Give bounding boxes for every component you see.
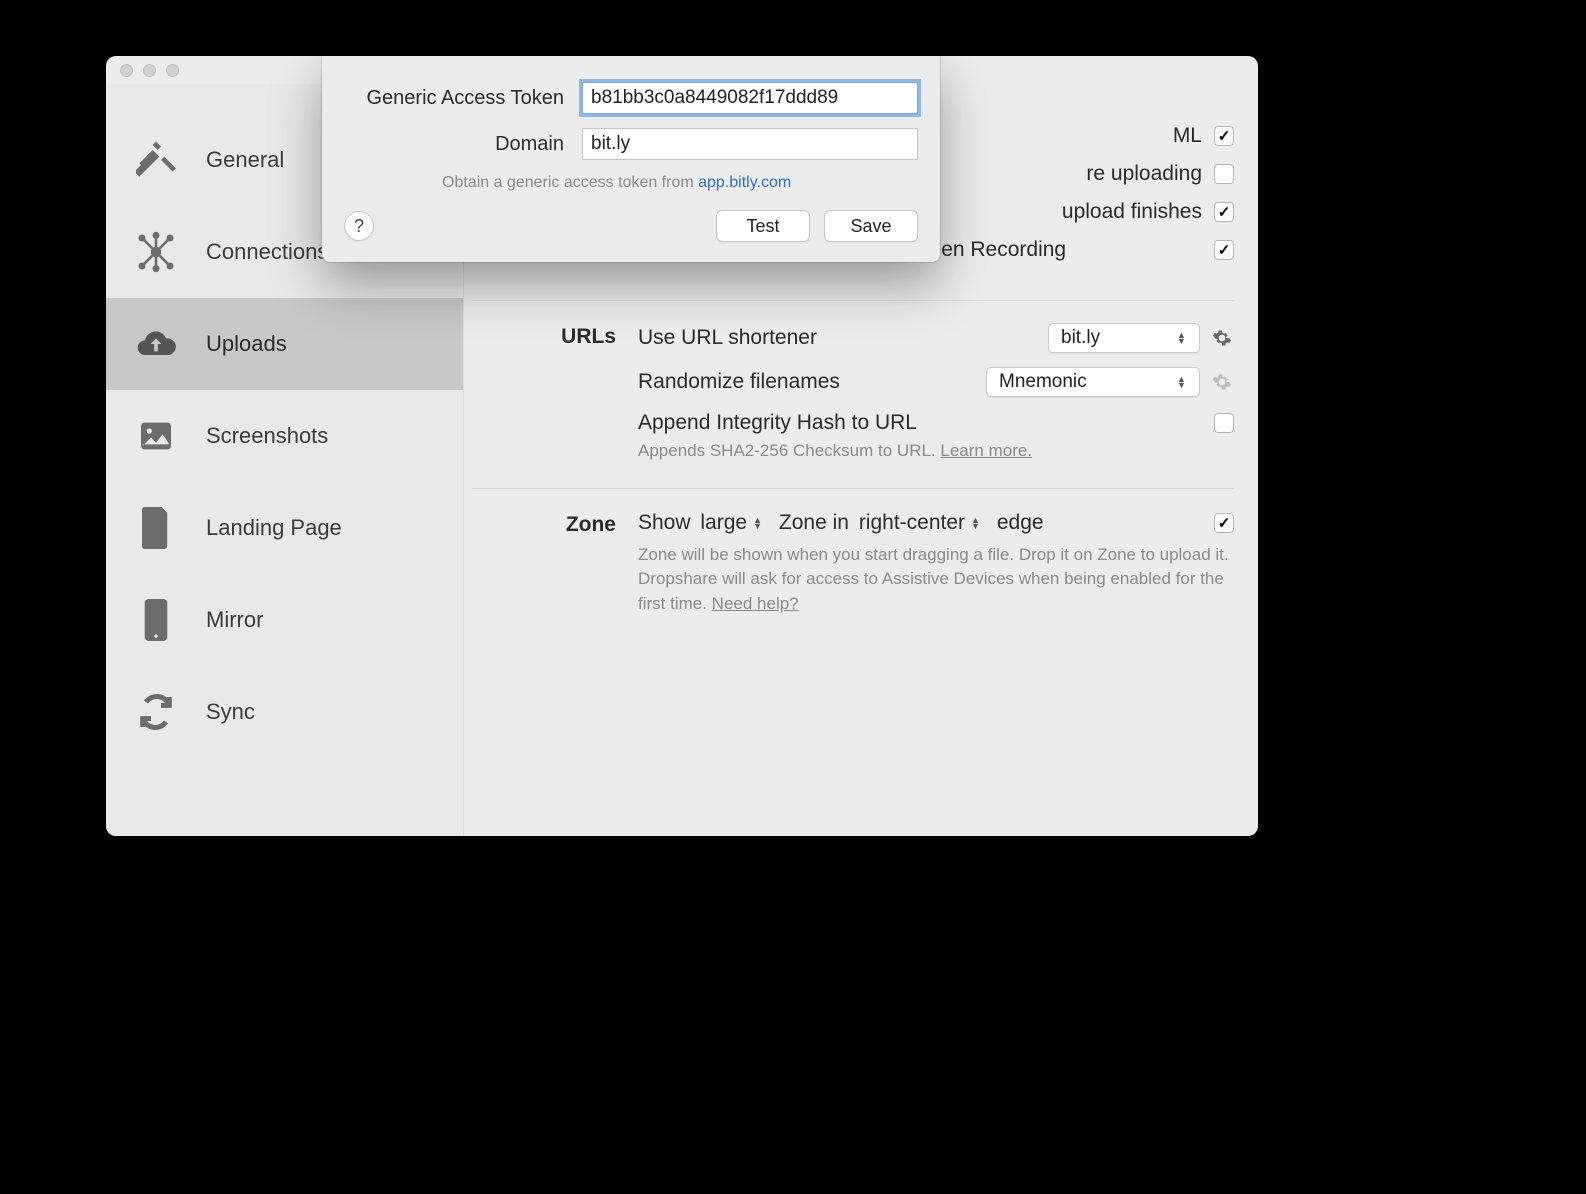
token-label: Generic Access Token <box>344 87 582 110</box>
sidebar-item-landing-page[interactable]: Landing Page <box>106 482 463 574</box>
network-icon <box>132 228 180 276</box>
dnd-checkbox[interactable] <box>1214 240 1234 260</box>
test-button[interactable]: Test <box>716 210 810 242</box>
select-value: right-center <box>859 511 965 535</box>
shortener-settings-button[interactable] <box>1210 326 1234 350</box>
sidebar-item-screenshots[interactable]: Screenshots <box>106 390 463 482</box>
integrity-label: Append Integrity Hash to URL <box>638 411 1202 435</box>
url-shortener-select[interactable]: bit.ly ▲▼ <box>1048 323 1200 353</box>
bitly-auth-sheet: Generic Access Token Domain Obtain a gen… <box>322 56 940 262</box>
zone-text: Zone in <box>779 511 849 535</box>
sync-icon <box>132 688 180 736</box>
checkbox[interactable] <box>1214 126 1234 146</box>
checkbox[interactable] <box>1214 202 1234 222</box>
chevron-up-down-icon: ▲▼ <box>753 517 769 529</box>
section-heading: URLs <box>472 323 638 464</box>
zone-position-select[interactable]: right-center ▲▼ <box>855 511 991 535</box>
sidebar-item-uploads[interactable]: Uploads <box>106 298 463 390</box>
chevron-up-down-icon: ▲▼ <box>1177 332 1193 344</box>
integrity-hint: Appends SHA2-256 Checksum to URL. Learn … <box>638 439 1234 464</box>
sidebar-item-label: General <box>206 147 284 173</box>
chevron-up-down-icon: ▲▼ <box>1177 376 1193 388</box>
bitly-link[interactable]: app.bitly.com <box>698 174 791 191</box>
sidebar-item-mirror[interactable]: Mirror <box>106 574 463 666</box>
need-help-link[interactable]: Need help? <box>712 594 799 613</box>
urls-section: URLs Use URL shortener bit.ly ▲▼ <box>472 300 1234 474</box>
sidebar-item-label: Uploads <box>206 331 287 357</box>
cloud-upload-icon <box>132 320 180 368</box>
domain-input[interactable] <box>582 128 918 160</box>
learn-more-link[interactable]: Learn more. <box>940 441 1032 460</box>
section-heading: Zone <box>472 511 638 617</box>
chevron-up-down-icon: ▲▼ <box>971 517 987 529</box>
zone-text: edge <box>997 511 1202 535</box>
sidebar-item-label: Screenshots <box>206 423 328 449</box>
sidebar-item-label: Mirror <box>206 607 263 633</box>
randomize-select[interactable]: Mnemonic ▲▼ <box>986 367 1200 397</box>
zone-size-select[interactable]: large ▲▼ <box>696 511 773 535</box>
minimize-window-button[interactable] <box>143 64 156 77</box>
sidebar-item-label: Sync <box>206 699 255 725</box>
zone-section: Zone Show large ▲▼ Zone in <box>472 488 1234 627</box>
tools-icon <box>132 136 180 184</box>
sidebar-item-sync[interactable]: Sync <box>106 666 463 758</box>
phone-icon <box>132 596 180 644</box>
zoom-window-button[interactable] <box>166 64 179 77</box>
zone-text: Show <box>638 511 691 535</box>
zone-enable-checkbox[interactable] <box>1214 513 1234 533</box>
close-window-button[interactable] <box>120 64 133 77</box>
zone-hint: Zone will be shown when you start draggi… <box>638 543 1234 617</box>
document-icon <box>132 504 180 552</box>
help-button[interactable]: ? <box>344 211 374 241</box>
integrity-checkbox[interactable] <box>1214 413 1234 433</box>
token-input[interactable] <box>582 82 918 114</box>
url-shortener-label: Use URL shortener <box>638 326 1048 350</box>
sidebar-item-label: Connections <box>206 239 328 265</box>
select-value: Mnemonic <box>999 371 1087 393</box>
sheet-hint: Obtain a generic access token from app.b… <box>442 174 918 192</box>
domain-label: Domain <box>344 133 582 156</box>
save-button[interactable]: Save <box>824 210 918 242</box>
randomize-settings-button[interactable] <box>1210 370 1234 394</box>
randomize-label: Randomize filenames <box>638 370 986 394</box>
checkbox[interactable] <box>1214 164 1234 184</box>
image-icon <box>132 412 180 460</box>
select-value: bit.ly <box>1061 327 1100 349</box>
select-value: large <box>700 511 747 535</box>
sidebar-item-label: Landing Page <box>206 515 342 541</box>
